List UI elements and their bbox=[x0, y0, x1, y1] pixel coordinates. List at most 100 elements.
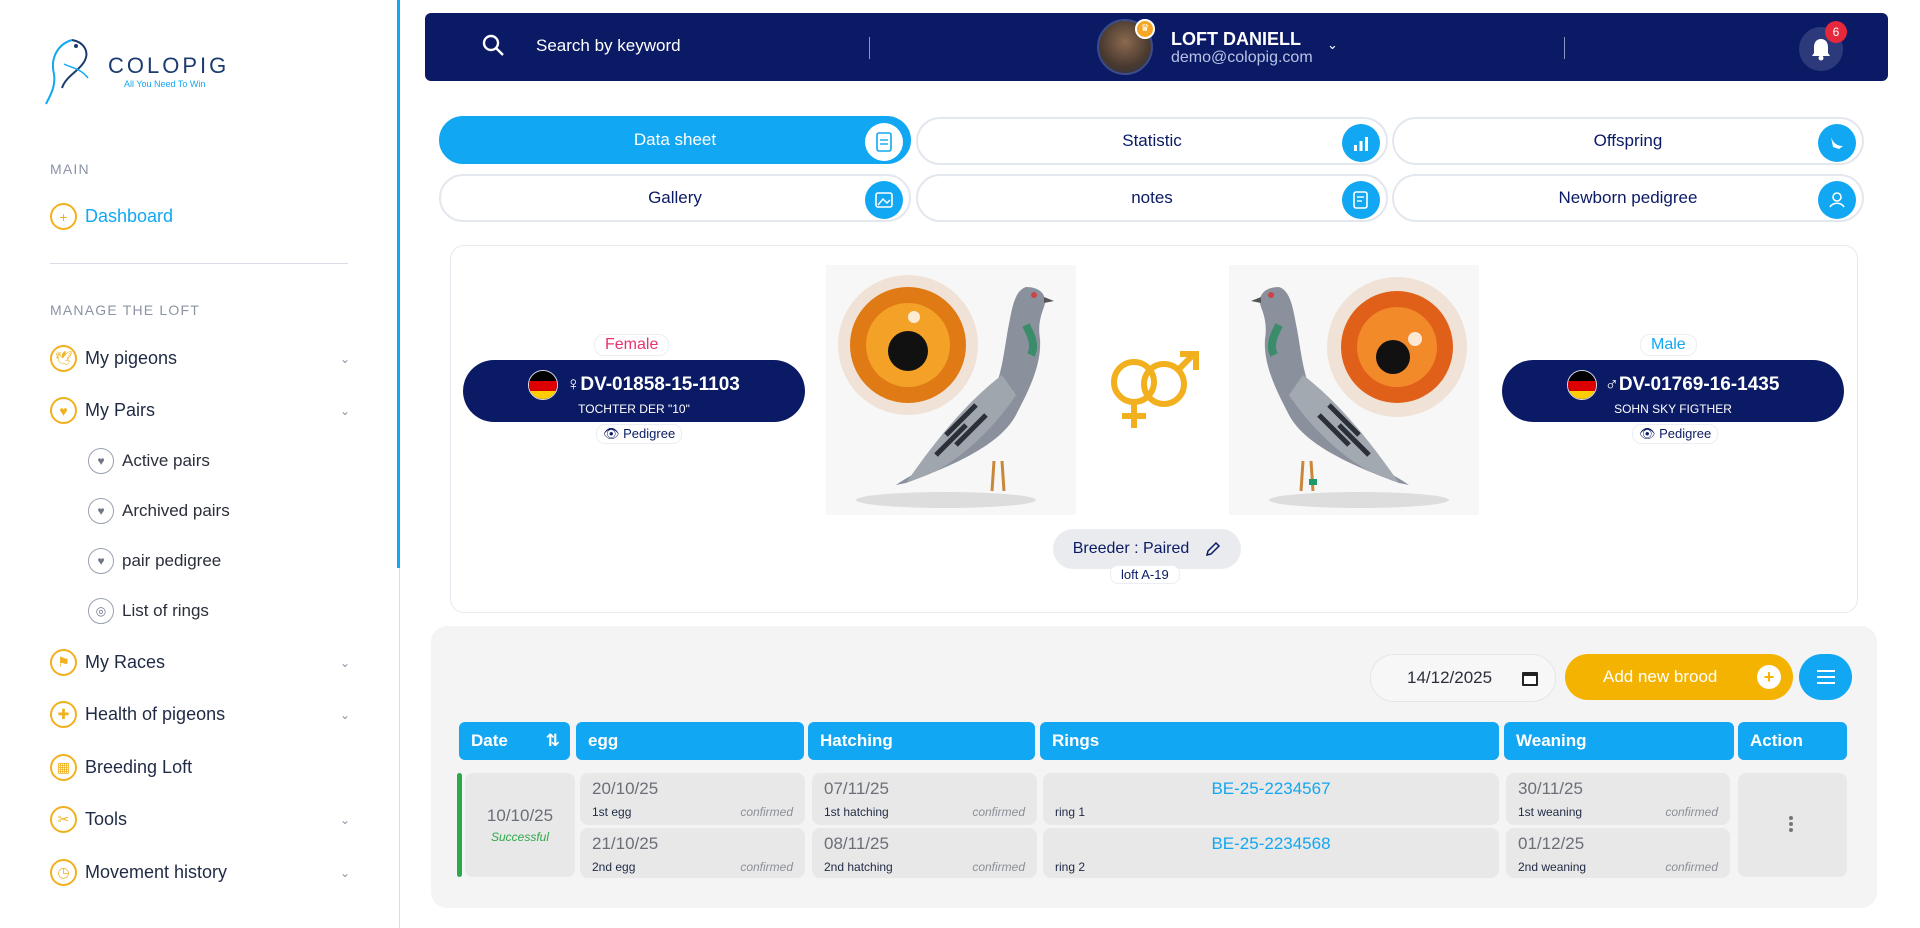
tab-notes[interactable]: notes bbox=[916, 174, 1388, 222]
tab-newborn-pedigree[interactable]: Newborn pedigree bbox=[1392, 174, 1864, 222]
egg-state: confirmed bbox=[740, 805, 793, 819]
topbar-separator bbox=[1564, 37, 1565, 59]
egg-cell[interactable]: 21/10/25 2nd egg confirmed bbox=[580, 828, 805, 878]
add-new-brood-button[interactable]: Add new brood + bbox=[1565, 654, 1793, 700]
tab-label: Gallery bbox=[648, 188, 702, 207]
sidebar-subitem-pair-pedigree[interactable]: ♥ pair pedigree bbox=[88, 548, 221, 574]
notification-count-badge: 6 bbox=[1825, 21, 1847, 43]
chevron-down-icon: ⌄ bbox=[339, 865, 350, 880]
sidebar-subitem-active-pairs[interactable]: ♥ Active pairs bbox=[88, 448, 210, 474]
user-name[interactable]: LOFT DANIELL bbox=[1171, 29, 1301, 50]
brand-tagline: All You Need To Win bbox=[124, 79, 206, 89]
notes-icon bbox=[1342, 181, 1380, 219]
sidebar-subitem-label: List of rings bbox=[122, 601, 209, 620]
pair-symbol-icon bbox=[1111, 351, 1199, 428]
male-pigeon-image bbox=[1229, 265, 1479, 515]
sidebar-item-dashboard[interactable]: + Dashboard bbox=[50, 203, 350, 230]
column-header-date[interactable]: Date ⇅ bbox=[459, 722, 570, 760]
plus-icon: + bbox=[1757, 665, 1781, 689]
pair-icon: ♥ bbox=[88, 548, 114, 574]
pigeon-icon: 🕊 bbox=[50, 345, 77, 372]
weaning-label: 2nd weaning bbox=[1518, 860, 1587, 874]
hatching-cell[interactable]: 08/11/25 2nd hatching confirmed bbox=[812, 828, 1037, 878]
loft-badge: loft A-19 bbox=[1110, 565, 1180, 584]
chevron-down-icon[interactable]: ⌄ bbox=[1327, 37, 1338, 53]
germany-flag-icon bbox=[1566, 370, 1597, 400]
weaning-cell[interactable]: 01/12/25 2nd weaning confirmed bbox=[1506, 828, 1730, 878]
sidebar-item-tools[interactable]: ✂ Tools ⌄ bbox=[50, 806, 350, 833]
sidebar-item-my-pigeons[interactable]: 🕊 My pigeons ⌄ bbox=[50, 345, 350, 372]
search-icon[interactable] bbox=[481, 33, 505, 57]
male-pedigree-link[interactable]: 👁 Pedigree bbox=[1632, 424, 1719, 444]
avatar[interactable]: ♛ bbox=[1097, 19, 1155, 75]
tools-icon: ✂ bbox=[50, 806, 77, 833]
edit-icon[interactable] bbox=[1205, 541, 1221, 557]
sidebar-item-my-pairs[interactable]: ♥ My Pairs ⌄ bbox=[50, 397, 350, 424]
ring-value[interactable]: BE-25-2234567 bbox=[1043, 779, 1499, 799]
column-header-rings: Rings bbox=[1040, 722, 1499, 760]
weaning-cell[interactable]: 30/11/25 1st weaning confirmed bbox=[1506, 773, 1730, 825]
sidebar-item-my-races[interactable]: ⚑ My Races ⌄ bbox=[50, 649, 350, 676]
sidebar-subitem-label: pair pedigree bbox=[122, 551, 222, 570]
ring-label: ring 2 bbox=[1055, 860, 1086, 874]
ring-cell[interactable]: BE-25-2234568 ring 2 bbox=[1043, 828, 1499, 878]
notifications-button[interactable]: 6 bbox=[1799, 21, 1847, 71]
tab-offspring[interactable]: Offspring bbox=[1392, 117, 1864, 165]
brand-name: COLOPIG bbox=[108, 53, 230, 78]
date-input[interactable]: 14/12/2025 bbox=[1370, 654, 1556, 702]
brood-date: 10/10/25 bbox=[486, 806, 554, 825]
search-input[interactable]: Search by keyword bbox=[536, 36, 836, 56]
tab-gallery[interactable]: Gallery bbox=[439, 174, 911, 222]
action-cell bbox=[1738, 773, 1847, 877]
tab-data-sheet[interactable]: Data sheet bbox=[439, 116, 911, 164]
hatching-cell[interactable]: 07/11/25 1st hatching confirmed bbox=[812, 773, 1037, 825]
column-header-action: Action bbox=[1738, 722, 1847, 760]
tab-label: Statistic bbox=[1122, 131, 1182, 150]
female-symbol: ♀ bbox=[566, 374, 581, 395]
weaning-state: confirmed bbox=[1665, 860, 1718, 874]
sidebar-item-health[interactable]: ✚ Health of pigeons ⌄ bbox=[50, 701, 350, 728]
hatching-state: confirmed bbox=[972, 805, 1025, 819]
female-ring-pill[interactable]: ♀ DV-01858-15-1103 TOCHTER DER "10" bbox=[463, 360, 805, 422]
chevron-down-icon: ⌄ bbox=[339, 812, 350, 827]
ring-cell[interactable]: BE-25-2234567 ring 1 bbox=[1043, 773, 1499, 825]
sidebar-subitem-list-of-rings[interactable]: ◎ List of rings bbox=[88, 598, 209, 624]
more-options-icon[interactable] bbox=[1788, 815, 1794, 835]
ring-value[interactable]: BE-25-2234568 bbox=[1043, 834, 1499, 854]
weaning-label: 1st weaning bbox=[1518, 805, 1583, 819]
tab-label: Newborn pedigree bbox=[1558, 188, 1698, 207]
row-status-bar bbox=[457, 773, 462, 877]
egg-state: confirmed bbox=[740, 860, 793, 874]
sidebar-subitem-label: Archived pairs bbox=[122, 501, 230, 520]
sidebar-item-label: Tools bbox=[85, 809, 128, 829]
ring-label: ring 1 bbox=[1055, 805, 1086, 819]
tab-statistic[interactable]: Statistic bbox=[916, 117, 1388, 165]
sidebar-item-breeding-loft[interactable]: ▦ Breeding Loft bbox=[50, 754, 350, 781]
eye-icon: 👁 bbox=[1639, 426, 1656, 441]
female-pedigree-link[interactable]: 👁 Pedigree bbox=[596, 424, 683, 444]
female-pigeon-image bbox=[826, 265, 1076, 515]
bird-icon bbox=[1818, 124, 1856, 162]
male-ring: DV-01769-16-1435 bbox=[1618, 374, 1780, 395]
egg-label: 1st egg bbox=[592, 805, 632, 819]
sort-icon[interactable]: ⇅ bbox=[546, 731, 560, 751]
sidebar-item-label: Breeding Loft bbox=[85, 757, 193, 777]
sidebar-item-label: My Pairs bbox=[85, 400, 156, 420]
menu-button[interactable] bbox=[1799, 654, 1852, 700]
hatching-label: 2nd hatching bbox=[824, 860, 893, 874]
hamburger-icon bbox=[1816, 670, 1835, 684]
male-ring-pill[interactable]: ♂ DV-01769-16-1435 SOHN SKY FIGTHER bbox=[1502, 360, 1844, 422]
calendar-icon[interactable] bbox=[1521, 669, 1539, 687]
breeder-status[interactable]: Breeder : Paired bbox=[1053, 529, 1241, 569]
weaning-date: 30/11/25 bbox=[1518, 779, 1583, 798]
sidebar-scrollbar[interactable] bbox=[397, 0, 400, 568]
sidebar-subitem-archived-pairs[interactable]: ♥ Archived pairs bbox=[88, 498, 230, 524]
header-label: Weaning bbox=[1516, 731, 1587, 750]
female-name: TOCHTER DER "10" bbox=[578, 402, 690, 416]
header-label: egg bbox=[588, 731, 619, 750]
hatching-date: 07/11/25 bbox=[824, 779, 889, 798]
sidebar: COLOPIG All You Need To Win MAIN + Dashb… bbox=[0, 0, 400, 928]
sidebar-item-movement-history[interactable]: ◷ Movement history ⌄ bbox=[50, 859, 350, 886]
brand-logo[interactable]: COLOPIG All You Need To Win bbox=[44, 34, 229, 108]
egg-cell[interactable]: 20/10/25 1st egg confirmed bbox=[580, 773, 805, 825]
